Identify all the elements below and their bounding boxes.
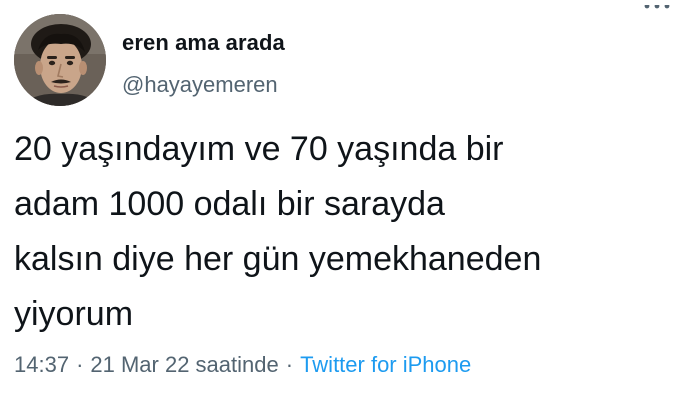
tweet-card: eren ama arada @hayayemeren 20 yaşındayı… — [0, 0, 680, 402]
meta-separator: · — [285, 352, 294, 377]
tweet-text-line: 20 yaşındayım ve 70 yaşında bir — [14, 130, 504, 168]
tweet-date[interactable]: 21 Mar 22 saatinde — [90, 352, 278, 377]
tweet-time[interactable]: 14:37 — [14, 352, 69, 377]
user-avatar-photo-icon — [14, 14, 106, 106]
tweet-text-line: yiyorum — [14, 295, 134, 333]
display-name[interactable]: eren ama arada — [122, 30, 285, 56]
tweet-text-line: adam 1000 odalı bir sarayda — [14, 185, 445, 223]
tweet-meta: 14:37 · 21 Mar 22 saatinde · Twitter for iPh… — [14, 352, 471, 378]
user-handle[interactable]: @hayayemeren — [122, 72, 278, 98]
more-options-icon[interactable] — [642, 0, 672, 9]
tweet-text-line: kalsın diye her gün yemekhaneden — [14, 240, 542, 278]
avatar[interactable] — [14, 14, 106, 106]
meta-separator: · — [76, 352, 84, 377]
tweet-text: 20 yaşındayım ve 70 yaşında bir adam 100… — [14, 122, 674, 342]
tweet-source-link[interactable]: Twitter for iPhone — [300, 352, 471, 377]
